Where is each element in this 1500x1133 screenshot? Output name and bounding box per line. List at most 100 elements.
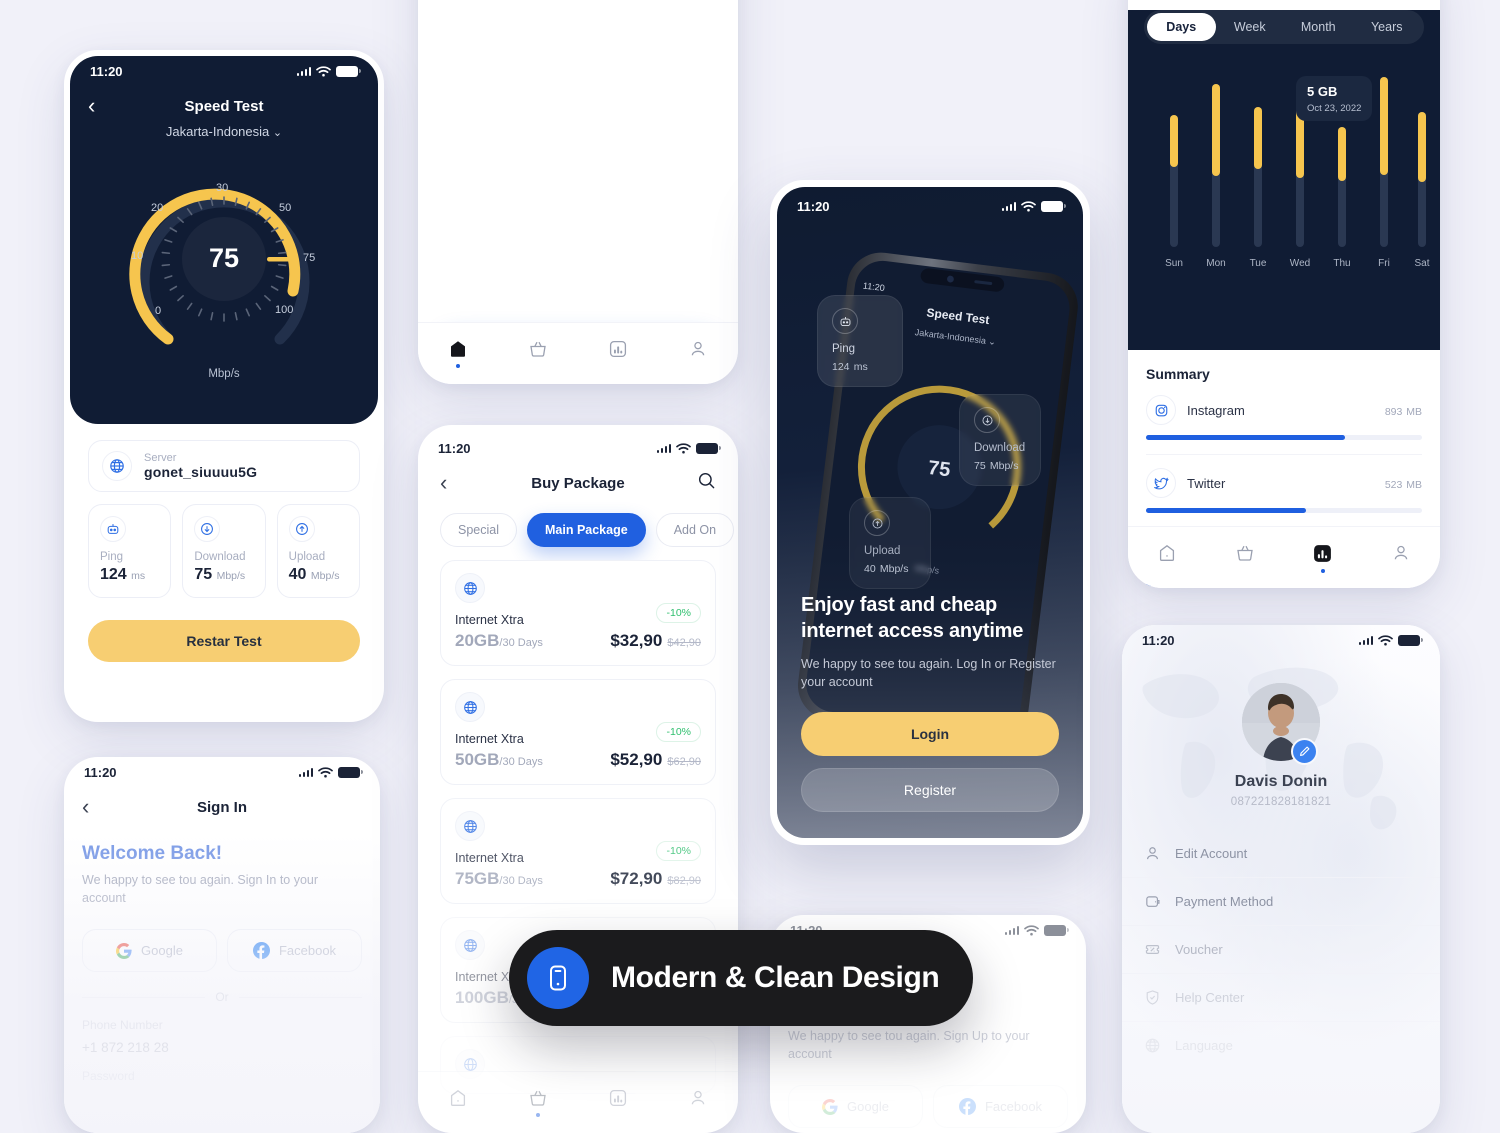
card-unit: Mbp/s <box>989 460 1019 472</box>
avatar-wrap <box>1242 683 1320 765</box>
usage-unit: MB <box>1406 406 1422 418</box>
menu-item-payment-method[interactable]: Payment Method <box>1122 878 1440 926</box>
tab-statistic[interactable] <box>1312 543 1333 573</box>
password-field[interactable]: Password <box>82 1069 362 1083</box>
facebook-login-button[interactable]: Facebook <box>227 929 362 973</box>
bottom-tabbar <box>418 1071 738 1133</box>
metric-upload: Upload 40 Mbp/s <box>276 504 360 598</box>
metric-ping: Ping 124 ms <box>88 504 172 598</box>
menu-label: Language <box>1175 1038 1233 1053</box>
segment-week[interactable]: Week <box>1216 13 1285 41</box>
card-number: 40 <box>864 563 876 575</box>
menu-item-help-center[interactable]: Help Center <box>1122 974 1440 1022</box>
password-label: Password <box>82 1069 135 1084</box>
google-signup-button[interactable]: Google <box>788 1085 923 1129</box>
status-icons <box>296 65 361 77</box>
battery-icon <box>338 766 363 778</box>
wifi-icon <box>1378 634 1393 645</box>
tab-add-on[interactable]: Add On <box>655 513 735 547</box>
google-label: Google <box>141 943 183 959</box>
package-row[interactable]: -10% Internet Xtra 75GB/30 Days $72,90 $8… <box>440 798 716 904</box>
chart-xtick: Sun <box>1165 258 1183 269</box>
social-login-row: Google Facebook <box>82 929 362 973</box>
package-period: /30 Days <box>499 875 543 887</box>
segment-days[interactable]: Days <box>1147 13 1216 41</box>
ping-icon <box>832 308 858 334</box>
metric-label: Upload <box>288 551 326 563</box>
tooltip-date: Oct 23, 2022 <box>1307 103 1362 114</box>
card-value: 124 ms <box>832 357 888 374</box>
signal-icon <box>656 443 671 453</box>
menu-item-language[interactable]: Language <box>1122 1022 1440 1069</box>
location-label: Jakarta-Indonesia <box>165 124 270 139</box>
signal-icon <box>298 767 313 777</box>
tab-profile[interactable] <box>1391 543 1411 572</box>
metric-unit: Mbp/s <box>216 570 246 582</box>
package-row[interactable]: -10% Internet Xtra 20GB/30 Days $32,90 $4… <box>440 560 716 666</box>
home-icon <box>450 1089 466 1106</box>
phone-field[interactable]: Phone Number +1 872 218 28 <box>82 1018 362 1055</box>
home-icon <box>1159 544 1174 561</box>
login-button[interactable]: Login <box>801 712 1059 756</box>
person-icon <box>691 341 705 356</box>
or-divider: Or <box>82 990 362 1004</box>
gauge-tick-0: 0 <box>155 305 162 317</box>
period-segment-control: Days Week Month Years <box>1144 10 1424 44</box>
battery-icon <box>336 65 361 77</box>
status-bar: 11:20 <box>418 433 738 463</box>
restart-test-button[interactable]: Restar Test <box>88 620 360 662</box>
shield-check-icon <box>1146 990 1159 1005</box>
segment-years[interactable]: Years <box>1353 13 1422 41</box>
download-icon <box>974 407 1000 433</box>
card-number: 75 <box>974 460 986 472</box>
app-name: Instagram <box>1187 402 1245 418</box>
tab-shop[interactable] <box>528 1088 548 1117</box>
person-icon <box>1394 545 1408 560</box>
back-button[interactable]: ‹ <box>440 472 447 494</box>
page-title: Sign In <box>197 798 247 816</box>
summary-title: Summary <box>1146 366 1210 382</box>
facebook-signup-button[interactable]: Facebook <box>933 1085 1068 1129</box>
back-button[interactable]: ‹ <box>88 95 95 117</box>
package-price-current: $72,90 <box>610 869 663 888</box>
tab-profile[interactable] <box>688 1088 708 1117</box>
ping-icon <box>100 516 126 542</box>
search-icon[interactable] <box>697 471 716 495</box>
tab-shop[interactable] <box>528 339 548 368</box>
globe-icon <box>455 573 485 603</box>
edit-avatar-button[interactable] <box>1291 738 1318 765</box>
back-button[interactable]: ‹ <box>82 796 89 818</box>
globe-icon <box>102 451 132 481</box>
segment-month[interactable]: Month <box>1284 13 1353 41</box>
tab-home[interactable] <box>448 1088 468 1117</box>
gauge-tick-50: 50 <box>279 202 292 214</box>
menu-item-edit-account[interactable]: Edit Account <box>1122 830 1440 878</box>
battery-icon <box>1044 924 1069 936</box>
discount-badge: -10% <box>656 841 701 861</box>
bottom-tabbar <box>1128 526 1440 588</box>
metric-row: Ping 124 ms Download 75 Mbp/s Upload 40 … <box>88 504 360 598</box>
tab-profile[interactable] <box>688 339 708 368</box>
basket-icon <box>1236 545 1253 561</box>
tab-statistic[interactable] <box>608 1088 628 1117</box>
battery-icon <box>1398 634 1423 646</box>
register-button[interactable]: Register <box>801 768 1059 812</box>
wifi-icon <box>1024 924 1039 935</box>
tab-statistic[interactable] <box>608 339 628 368</box>
person-icon <box>691 1090 705 1105</box>
server-card[interactable]: Server gonet_siuuuu5G <box>88 440 360 492</box>
package-size-number: 100GB <box>455 988 509 1007</box>
status-time: 11:20 <box>1142 632 1175 648</box>
tab-home[interactable] <box>448 339 468 368</box>
menu-item-voucher[interactable]: Voucher <box>1122 926 1440 974</box>
tab-main-package[interactable]: Main Package <box>527 513 646 547</box>
status-icons <box>656 442 721 454</box>
tab-special[interactable]: Special <box>440 513 517 547</box>
google-login-button[interactable]: Google <box>82 929 217 973</box>
tab-shop[interactable] <box>1235 543 1255 572</box>
location-selector[interactable]: Jakarta-Indonesia ⌄ <box>70 124 378 139</box>
server-value: gonet_siuuuu5G <box>144 464 258 480</box>
tab-home[interactable] <box>1157 543 1177 572</box>
status-time: 11:20 <box>84 764 117 780</box>
package-row[interactable]: -10% Internet Xtra 50GB/30 Days $52,90 $6… <box>440 679 716 785</box>
